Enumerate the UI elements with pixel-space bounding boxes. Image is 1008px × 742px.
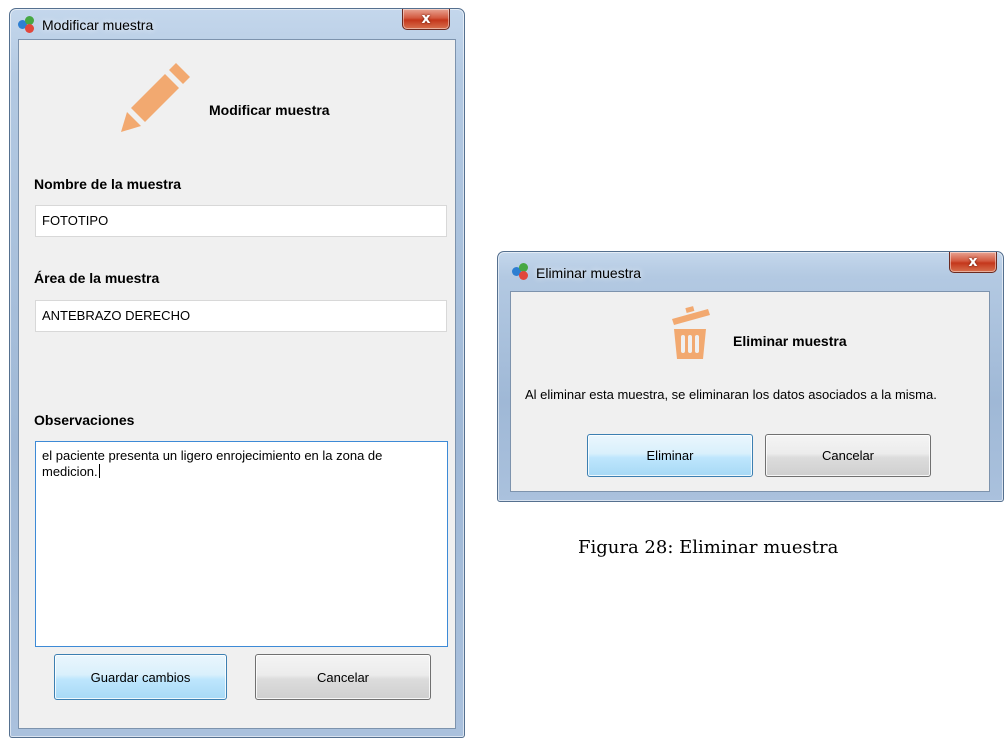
title-bar[interactable]: Eliminar muestra x — [498, 252, 1003, 282]
delete-sample-window: Eliminar muestra x Eliminar muestra Al e… — [497, 251, 1004, 502]
close-button[interactable]: x — [402, 9, 450, 30]
figure-caption: Figura 28: Eliminar muestra — [578, 537, 839, 558]
pencil-icon — [121, 63, 190, 132]
app-icon — [512, 263, 530, 281]
sample-area-label: Área de la muestra — [34, 270, 160, 286]
modify-sample-window: Modificar muestra x Modificar muestra No… — [9, 8, 465, 738]
notes-textarea[interactable]: el paciente presenta un ligero enrojecim… — [35, 441, 448, 647]
dialog-body: Modificar muestra Nombre de la muestra F… — [18, 39, 456, 729]
sample-name-label: Nombre de la muestra — [34, 176, 182, 192]
dialog-heading: Eliminar muestra — [733, 333, 847, 349]
sample-area-field[interactable]: ANTEBRAZO DERECHO — [35, 300, 447, 332]
window-title: Modificar muestra — [42, 17, 154, 33]
close-button[interactable]: x — [949, 252, 997, 273]
app-icon — [18, 16, 36, 34]
delete-button[interactable]: Eliminar — [587, 434, 753, 477]
dialog-body: Eliminar muestra Al eliminar esta muestr… — [510, 291, 990, 492]
title-bar[interactable]: Modificar muestra x — [10, 9, 464, 39]
trash-icon — [672, 306, 710, 359]
cancel-button[interactable]: Cancelar — [765, 434, 931, 477]
dialog-heading: Modificar muestra — [209, 102, 330, 118]
notes-text: el paciente presenta un ligero enrojecim… — [42, 448, 383, 479]
window-title: Eliminar muestra — [536, 265, 642, 281]
notes-label: Observaciones — [34, 412, 135, 428]
cancel-button[interactable]: Cancelar — [255, 654, 431, 700]
confirmation-message: Al eliminar esta muestra, se eliminaran … — [525, 387, 937, 402]
text-caret — [98, 464, 100, 478]
sample-name-field[interactable]: FOTOTIPO — [35, 205, 447, 237]
save-changes-button[interactable]: Guardar cambios — [54, 654, 227, 700]
